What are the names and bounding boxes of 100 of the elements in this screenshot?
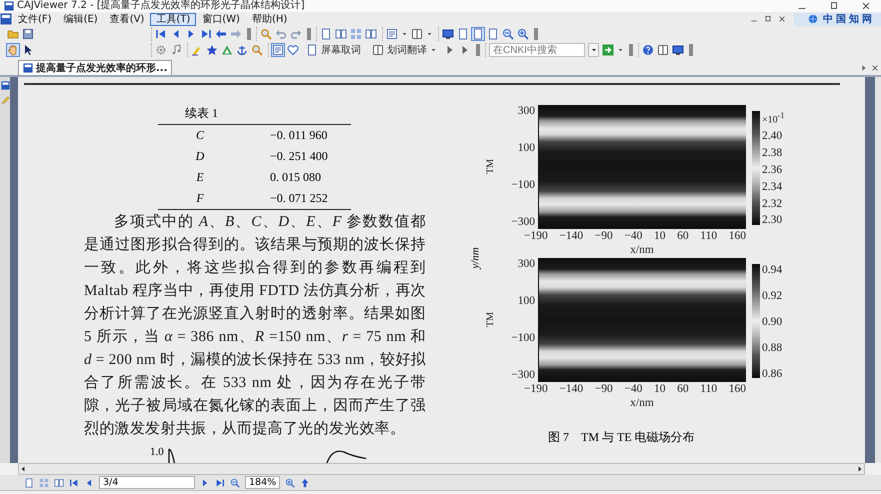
monitor-icon[interactable]	[442, 28, 454, 40]
up-arrow-icon[interactable]	[300, 478, 310, 488]
anchor-icon[interactable]	[236, 44, 248, 56]
previous-page-icon[interactable]	[84, 478, 94, 488]
first-page-icon[interactable]	[69, 478, 79, 488]
highlighter-icon[interactable]	[191, 44, 203, 56]
page-icon	[306, 44, 318, 56]
play-icon[interactable]	[860, 64, 868, 72]
tick-label: 2.34	[762, 180, 784, 193]
zoom-out-icon[interactable]	[230, 478, 240, 488]
brand-logo[interactable]: 中国知网	[794, 12, 881, 26]
page-icon[interactable]	[472, 28, 484, 40]
tick-label: −90	[594, 228, 613, 242]
vertical-scrollbar[interactable]	[875, 77, 881, 463]
search-field[interactable]: 在CNKI中搜索	[489, 43, 585, 57]
table-cell-text: 0. 015 080	[269, 168, 322, 186]
page-icon[interactable]	[320, 28, 332, 40]
table-cell: F	[158, 188, 242, 209]
axis-label: y/nm	[470, 246, 482, 268]
page-number-field[interactable]: 3/4	[99, 476, 195, 489]
tick-label: 110	[700, 382, 718, 396]
help-icon[interactable]	[642, 44, 654, 56]
monitor-icon[interactable]	[672, 44, 684, 56]
axis-label: TM	[484, 159, 496, 174]
tick-label: −100	[511, 179, 535, 192]
tick-label: 100	[518, 142, 535, 154]
document-tab[interactable]: 提高量子点发光效率的环形...	[18, 60, 172, 75]
tick-label: −190	[524, 382, 548, 396]
table-caption: 续表 1	[185, 104, 219, 120]
menu-item[interactable]: 文件(F)	[12, 12, 58, 26]
tick-label: −100	[511, 332, 535, 344]
next-page-icon[interactable]	[200, 478, 210, 488]
zoom-in-icon[interactable]	[285, 478, 296, 488]
zoom-out-icon[interactable]	[502, 28, 514, 40]
menu-item[interactable]: 帮助(H)	[246, 12, 294, 26]
book-icon[interactable]	[657, 44, 669, 56]
axis-label: TM	[484, 312, 496, 327]
book-icon[interactable]	[411, 28, 423, 40]
cursor-icon[interactable]	[22, 44, 34, 56]
tick-label: 10	[654, 228, 666, 242]
close-icon[interactable]	[861, 1, 871, 11]
axis-label: x/nm	[629, 242, 655, 258]
back-arrow-icon[interactable]	[215, 28, 227, 40]
pencil-icon[interactable]	[0, 96, 10, 105]
table-cell: −0. 071 252	[242, 188, 351, 209]
two-page-icon[interactable]	[54, 478, 64, 488]
scroll-left-icon[interactable]	[19, 465, 27, 473]
menu-item[interactable]: 工具(T)	[150, 12, 196, 26]
menu-item[interactable]: 查看(V)	[104, 12, 150, 26]
two-page-icon[interactable]	[365, 28, 377, 40]
maximize-icon[interactable]	[829, 1, 839, 11]
tick-label: 0.88	[762, 342, 784, 354]
gear-icon[interactable]	[155, 44, 167, 56]
table-cell: C	[158, 124, 242, 146]
tick-label: 2.36	[762, 164, 784, 176]
triangle-icon[interactable]	[221, 44, 233, 56]
menu-item[interactable]: 窗口(W)	[196, 12, 246, 26]
tick-label: −300	[511, 216, 535, 228]
close-icon[interactable]	[778, 15, 786, 23]
panel-icon[interactable]	[0, 81, 10, 90]
table-cell-text: D	[194, 148, 206, 164]
last-page-icon[interactable]	[215, 478, 225, 488]
star-icon[interactable]	[206, 44, 218, 56]
two-page-icon[interactable]	[335, 28, 347, 40]
table-cell: −0. 011 960	[242, 124, 351, 146]
menu-item[interactable]: 编辑(E)	[58, 12, 104, 26]
music-note-icon[interactable]	[170, 44, 182, 56]
dropdown-button[interactable]	[588, 43, 599, 57]
tick-label: 300	[518, 104, 535, 116]
body-paragraph: 多项式中的 A、B、C、D、E、F 参数数值都是通过图形拟合得到的。该结果与预期的波长保持一致。此外，将这些拟合得到的参数再编程到 Maltab 程序当中，再使用 FDTD 法仿真分析，再次分析计算了在光源竖直入射时的透射率。结果如图 5 所示，当 α = 386 nm、R =150 nm、r = 75 nm 和 d = 200 nm 时，漏模的波长保持在 533 nm，较好拟合了所需波长。在 533 nm 处，因为存在光子带隙，光子被局域在氮化镓的表面上，因而产生了强烈的激发发射共振，从而提高了光的发光效率。	[84, 212, 426, 438]
page-icon[interactable]	[457, 28, 469, 40]
book-icon	[372, 44, 384, 56]
restore-icon[interactable]	[764, 15, 772, 23]
hand-icon[interactable]	[7, 44, 19, 56]
tick-label: 110	[700, 228, 718, 242]
folder-icon[interactable]	[7, 28, 19, 40]
first-page-icon[interactable]	[155, 28, 167, 40]
caret-icon	[590, 46, 598, 54]
page-icon[interactable]	[24, 478, 34, 488]
note-icon[interactable]	[386, 28, 398, 40]
scroll-right-icon[interactable]	[856, 465, 864, 473]
tick-label: 2.32	[762, 198, 784, 210]
page-icon[interactable]	[487, 28, 499, 40]
note-icon[interactable]	[272, 44, 284, 56]
tick-label: −90	[594, 382, 613, 396]
tick-label: 60	[677, 382, 689, 396]
tick-label: 2.38	[762, 146, 784, 159]
translate-button[interactable]: 划词翻译	[368, 43, 441, 57]
save-icon[interactable]	[22, 28, 34, 40]
table-cell-text: E	[195, 168, 205, 186]
zoom-field[interactable]: 184%	[245, 476, 280, 489]
heart-icon[interactable]	[287, 44, 299, 56]
close-icon[interactable]	[871, 64, 879, 72]
zoom-in-icon[interactable]	[517, 28, 529, 40]
last-page-icon[interactable]	[200, 28, 212, 40]
screen-word-button[interactable]: 屏幕取词	[302, 43, 365, 57]
tick-label: −140	[559, 228, 584, 242]
colorbar-exponent: ×10$^{-1}$	[762, 110, 786, 125]
tick-label: 0.92	[762, 290, 784, 302]
tick-label: 160	[728, 382, 746, 396]
